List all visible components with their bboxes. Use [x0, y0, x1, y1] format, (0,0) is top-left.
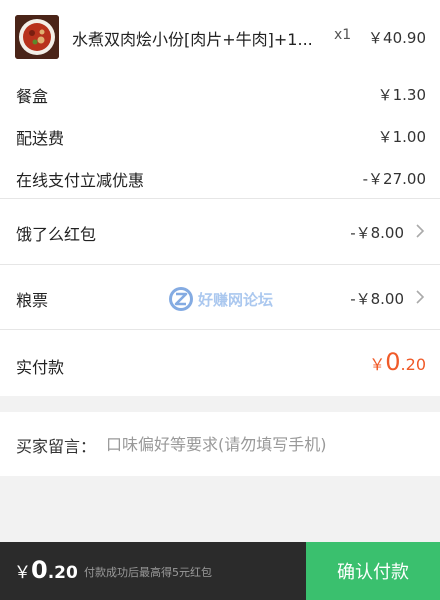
paid-amount-value: ￥0.20 [369, 348, 426, 376]
fee-value: ￥1.30 [377, 86, 426, 104]
amount-integer: 0 [385, 348, 401, 376]
amount-decimal: .20 [47, 563, 78, 583]
watermark-text: 好赚网论坛 [198, 290, 274, 309]
fee-row-delivery: 配送费 ￥1.00 [0, 115, 440, 157]
watermark: 好赚网论坛 [168, 286, 273, 312]
watermark-logo-icon [169, 287, 193, 311]
dish-name: 水煮双肉烩小份[肉片+牛肉]+1... [72, 30, 313, 49]
buyer-note-card: 买家留言： [0, 412, 440, 476]
red-packet-row[interactable]: 饿了么红包 -￥8.00 [0, 199, 440, 265]
order-summary-card: 水煮双肉烩小份[肉片+牛肉]+1... x1 ￥40.90 餐盒 ￥1.30 配… [0, 0, 440, 396]
fee-label: 配送费 [16, 129, 65, 148]
fee-label: 餐盒 [16, 87, 49, 106]
fee-value: ￥1.00 [377, 128, 426, 146]
reward-hint: 付款成功后最高得5元红包 [84, 566, 212, 579]
dish-price: ￥40.90 [368, 29, 426, 47]
red-packet-label: 饿了么红包 [16, 225, 97, 244]
confirm-payment-button[interactable]: 确认付款 [306, 542, 440, 600]
fee-value: -￥27.00 [362, 170, 426, 188]
paid-amount-row: 实付款 ￥0.20 [0, 330, 440, 396]
dish-thumbnail [15, 15, 59, 59]
total-amount: ￥0.20 [14, 556, 78, 584]
buyer-note-input[interactable] [106, 430, 426, 458]
amount-integer: 0 [31, 556, 48, 584]
order-item-row: 水煮双肉烩小份[肉片+牛肉]+1... x1 ￥40.90 [0, 0, 440, 72]
fee-row-online-discount: 在线支付立减优惠 -￥27.00 [0, 157, 440, 199]
buyer-note-label: 买家留言： [16, 437, 97, 456]
dish-quantity: x1 [334, 27, 352, 43]
paid-amount-label: 实付款 [16, 358, 65, 377]
amount-decimal: .20 [400, 355, 426, 374]
checkout-bar: ￥0.20 付款成功后最高得5元红包 确认付款 [0, 542, 440, 600]
meal-voucher-value: -￥8.00 [350, 290, 404, 308]
chevron-right-icon [416, 290, 425, 304]
fee-label: 在线支付立减优惠 [16, 171, 145, 190]
fee-row-packaging: 餐盒 ￥1.30 [0, 73, 440, 115]
red-packet-value: -￥8.00 [350, 224, 404, 242]
chevron-right-icon [416, 224, 425, 238]
meal-voucher-label: 粮票 [16, 291, 49, 310]
currency-symbol: ￥ [14, 563, 31, 583]
currency-symbol: ￥ [369, 355, 386, 374]
